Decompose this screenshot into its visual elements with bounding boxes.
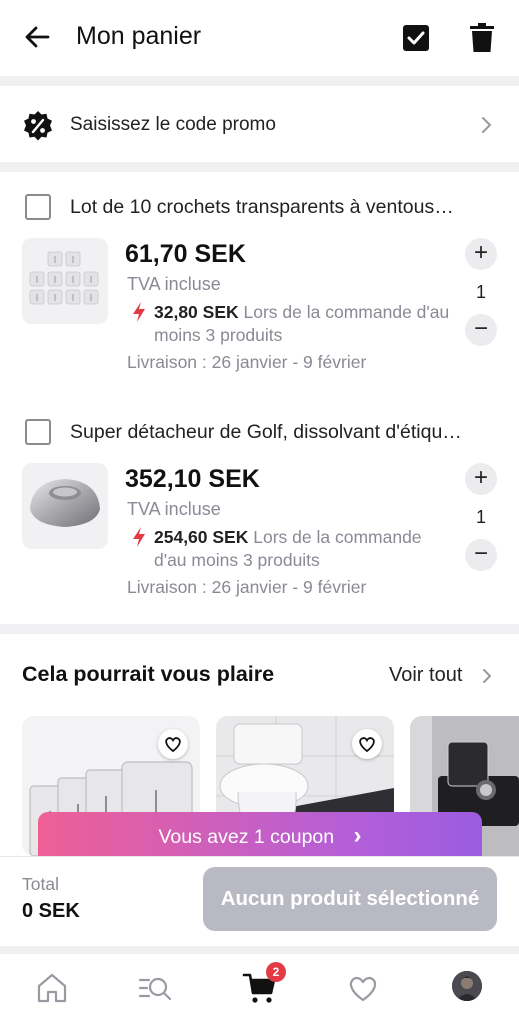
avatar[interactable] (452, 971, 482, 1001)
divider (0, 162, 519, 172)
chevron-right-icon: › (353, 822, 362, 849)
increase-quantity-button[interactable]: + (465, 238, 497, 270)
delivery-estimate: Livraison : 26 janvier - 9 février (127, 352, 367, 372)
top-app-bar: Mon panier (0, 0, 519, 76)
product-image[interactable] (22, 463, 108, 549)
product-image[interactable] (22, 238, 108, 324)
deal-text: 32,80 SEK Lors de la commande d'au moins… (154, 301, 454, 347)
profile-photo (452, 971, 482, 1001)
recommendations-title: Cela pourrait vous plaire (22, 662, 275, 686)
tax-label: TVA incluse (127, 274, 221, 294)
quantity-value: 1 (475, 282, 486, 302)
page-title: Mon panier (76, 22, 202, 50)
chevron-right-icon[interactable] (480, 667, 494, 685)
increase-quantity-button[interactable]: + (465, 463, 497, 495)
item-price: 352,10 SEK (125, 465, 260, 493)
see-all-link[interactable]: Voir tout (389, 664, 462, 687)
select-all-checkbox-icon[interactable] (402, 24, 430, 52)
home-icon[interactable] (34, 970, 70, 1006)
heart-icon (359, 737, 375, 753)
item-title[interactable]: Lot de 10 crochets transparents à ventou… (70, 196, 495, 219)
deal-text: 254,60 SEK Lors de la commande d'au moin… (154, 526, 454, 572)
search-list-icon[interactable] (137, 970, 173, 1006)
item-price: 61,70 SEK (125, 240, 246, 268)
coupon-banner[interactable]: Vous avez 1 coupon › (38, 812, 482, 856)
deal-price: 254,60 SEK (154, 527, 249, 547)
promo-percent-icon (24, 111, 52, 141)
cart-item: Super détacheur de Golf, dissolvant d'ét… (0, 397, 519, 627)
divider (0, 624, 519, 634)
favorite-button[interactable] (352, 729, 382, 759)
favorites-icon[interactable] (345, 970, 381, 1006)
favorite-button[interactable] (158, 729, 188, 759)
cart-item: Lot de 10 crochets transparents à ventou… (0, 172, 519, 402)
coupon-label-wrap: Vous avez 1 coupon › (38, 822, 482, 850)
item-select-checkbox[interactable] (25, 419, 51, 445)
divider (0, 76, 519, 86)
checkout-button[interactable]: Aucun produit sélectionné (203, 867, 497, 931)
total-label: Total (22, 874, 59, 894)
promo-code-label: Saisissez le code promo (70, 114, 276, 135)
coupon-label: Vous avez 1 coupon (158, 826, 335, 848)
item-select-checkbox[interactable] (25, 194, 51, 220)
bottom-navigation (0, 954, 519, 1024)
tax-label: TVA incluse (127, 499, 221, 519)
golf-magnet-product-image (22, 463, 108, 549)
hooks-product-image (22, 238, 108, 324)
deal-price: 32,80 SEK (154, 302, 239, 322)
chevron-right-icon (482, 117, 491, 133)
bolt-icon (133, 302, 145, 322)
trash-icon[interactable] (468, 22, 496, 54)
cart-count-badge: 2 (266, 962, 286, 982)
decrease-quantity-button[interactable]: − (465, 314, 497, 346)
back-arrow-icon[interactable] (22, 22, 52, 52)
bolt-icon (133, 527, 145, 547)
decrease-quantity-button[interactable]: − (465, 539, 497, 571)
total-value: 0 SEK (22, 900, 80, 922)
promo-code-row[interactable]: Saisissez le code promo (0, 88, 519, 162)
heart-icon (165, 737, 181, 753)
delivery-estimate: Livraison : 26 janvier - 9 février (127, 577, 367, 597)
divider (0, 946, 519, 954)
item-title[interactable]: Super détacheur de Golf, dissolvant d'ét… (70, 421, 495, 444)
quantity-value: 1 (475, 507, 486, 527)
